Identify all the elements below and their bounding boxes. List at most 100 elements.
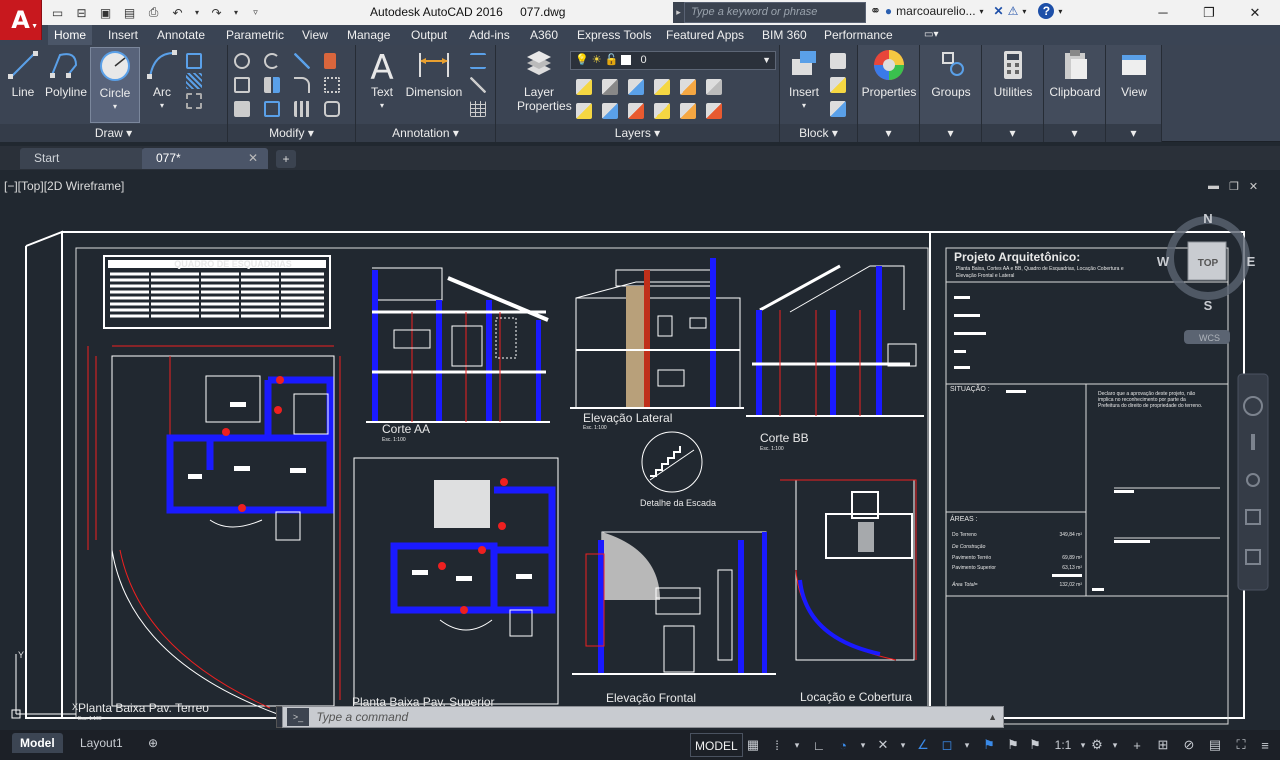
compass-east[interactable]: E [1247, 254, 1256, 269]
view-expand[interactable]: ▾ [1106, 124, 1161, 142]
save-as-icon[interactable]: ▤ [120, 3, 139, 22]
application-menu-button[interactable]: A ▼ [0, 0, 42, 40]
binoculars-icon[interactable]: ⚭ [870, 3, 881, 19]
dimension-button[interactable]: Dimension [404, 47, 464, 99]
stay-connected-dropdown-icon[interactable]: ▾ [1022, 7, 1026, 16]
workspace-dropdown-icon[interactable]: ▾ [1106, 735, 1124, 755]
utilities-button[interactable]: Utilities [984, 47, 1042, 99]
trim-icon[interactable] [294, 53, 310, 69]
layer-tool-7-icon[interactable] [576, 103, 592, 119]
offset-icon[interactable] [324, 101, 340, 117]
workspace-gear-icon[interactable]: ⚙ [1088, 735, 1106, 755]
arc-dropdown-icon[interactable]: ▾ [142, 99, 182, 113]
block-panel-title[interactable]: Block ▾ [780, 124, 857, 142]
annotation-scale-value[interactable]: 1:1 [1050, 735, 1076, 755]
drawing-canvas[interactable]: [−][Top][2D Wireframe] ▬ ❐ ✕ QUADRO DE E… [0, 170, 1280, 730]
wcs-menu[interactable]: WCS [1199, 333, 1220, 343]
explode-icon[interactable] [324, 77, 340, 93]
annotation-visibility-icon[interactable]: ⚑ [980, 735, 998, 755]
ortho-icon[interactable]: ∟ [810, 735, 828, 755]
layer-tool-3-icon[interactable] [628, 79, 644, 95]
multiline-text-icon[interactable] [470, 53, 486, 69]
table-icon[interactable] [470, 101, 486, 117]
tab-express-tools[interactable]: Express Tools [571, 25, 657, 45]
help-icon[interactable]: ? [1038, 3, 1055, 19]
viewcube-top-face[interactable]: TOP [1198, 258, 1219, 269]
utilities-expand[interactable]: ▾ [982, 124, 1043, 142]
layer-tool-4-icon[interactable] [654, 79, 670, 95]
model-space-button[interactable]: MODEL [690, 733, 743, 757]
exchange-icon[interactable]: ✕ [994, 4, 1004, 18]
close-icon[interactable]: ✕ [1232, 0, 1278, 25]
minimize-icon[interactable]: ─ [1140, 0, 1186, 25]
viewcube[interactable]: TOP N S E W WCS [1157, 211, 1256, 344]
redo-icon[interactable]: ↷ [207, 3, 226, 22]
auto-scale-icon[interactable]: ⚑ [1004, 735, 1022, 755]
text-button[interactable]: A Text ▾ [364, 47, 400, 113]
rotate-icon[interactable] [264, 53, 280, 69]
polar-icon[interactable]: ◔ [834, 735, 852, 755]
ribbon-minimize-icon[interactable]: ▭▾ [918, 25, 944, 45]
erase-icon[interactable] [324, 53, 336, 69]
layer-tool-6-icon[interactable] [706, 79, 722, 95]
layer-dropdown[interactable]: 💡 ☀ 🔓 0 ▼ [570, 51, 776, 70]
layer-tool-9-icon[interactable] [628, 103, 644, 119]
move-icon[interactable] [234, 53, 250, 69]
fillet-icon[interactable] [294, 77, 310, 93]
a360-icon[interactable]: ⚠ [1008, 4, 1019, 18]
snap-dropdown-icon[interactable]: ▾ [788, 735, 806, 755]
command-history-icon[interactable]: ▲ [988, 707, 997, 727]
new-tab-icon[interactable]: + [276, 150, 296, 168]
new-file-icon[interactable]: ▭ [48, 3, 67, 22]
circle-button[interactable]: Circle ▾ [90, 47, 140, 123]
boundary-icon[interactable] [186, 93, 202, 109]
properties-button[interactable]: Properties [860, 47, 918, 99]
compass-south[interactable]: S [1204, 298, 1213, 313]
modify-panel-title[interactable]: Modify ▾ [228, 124, 355, 142]
tab-featured-apps[interactable]: Featured Apps [660, 25, 750, 45]
print-icon[interactable]: ⎙ [144, 3, 163, 22]
layer-tool-1-icon[interactable] [576, 79, 592, 95]
grid-icon[interactable]: ▦ [744, 735, 762, 755]
insert-button[interactable]: Insert ▾ [782, 47, 826, 113]
polar-dropdown-icon[interactable]: ▾ [854, 735, 872, 755]
rectangle-icon[interactable] [186, 53, 202, 69]
command-input[interactable]: >_ Type a command ▲ [282, 706, 1004, 728]
undo-dropdown-icon[interactable]: ▾ [192, 3, 202, 22]
layer-tool-12-icon[interactable] [706, 103, 722, 119]
polyline-button[interactable]: Polyline [44, 47, 88, 99]
layer-thaw-icon[interactable]: ☀ [592, 54, 602, 66]
object-snap-dropdown-icon[interactable]: ▾ [958, 735, 976, 755]
clipboard-expand[interactable]: ▾ [1044, 124, 1105, 142]
array-icon[interactable] [294, 101, 310, 117]
clipboard-button[interactable]: Clipboard [1046, 47, 1104, 99]
tab-bim-360[interactable]: BIM 360 [756, 25, 813, 45]
user-name[interactable]: marcoaurelio... [896, 4, 975, 18]
layer-properties-button[interactable]: Layer Properties [504, 47, 574, 113]
compass-north[interactable]: N [1203, 211, 1212, 226]
tab-parametric[interactable]: Parametric [220, 25, 290, 45]
tab-view[interactable]: View [296, 25, 334, 45]
clean-screen-icon[interactable]: ⛶ [1232, 735, 1250, 755]
save-icon[interactable]: ▣ [96, 3, 115, 22]
scale-icon[interactable] [264, 101, 280, 117]
insert-dropdown-icon[interactable]: ▾ [782, 99, 826, 113]
isodraft-icon[interactable]: ✕ [874, 735, 892, 755]
tab-a360[interactable]: A360 [524, 25, 564, 45]
command-prompt-icon[interactable]: >_ [287, 708, 309, 726]
search-input[interactable]: Type a keyword or phrase [684, 2, 866, 23]
help-dropdown-icon[interactable]: ▾ [1058, 7, 1062, 16]
user-icon[interactable]: ● [885, 4, 892, 18]
properties-expand[interactable]: ▾ [858, 124, 919, 142]
circle-dropdown-icon[interactable]: ▾ [91, 100, 139, 114]
groups-button[interactable]: Groups [922, 47, 980, 99]
line-button[interactable]: Line [4, 47, 42, 99]
stretch-icon[interactable] [234, 101, 250, 117]
tab-manage[interactable]: Manage [341, 25, 396, 45]
text-dropdown-icon[interactable]: ▾ [364, 99, 400, 113]
tab-insert[interactable]: Insert [102, 25, 144, 45]
undo-icon[interactable]: ↶ [168, 3, 187, 22]
tab-add-ins[interactable]: Add-ins [463, 25, 516, 45]
customize-qat-icon[interactable]: ▿ [246, 3, 265, 22]
isolate-objects-icon[interactable]: ⊘ [1180, 735, 1198, 755]
